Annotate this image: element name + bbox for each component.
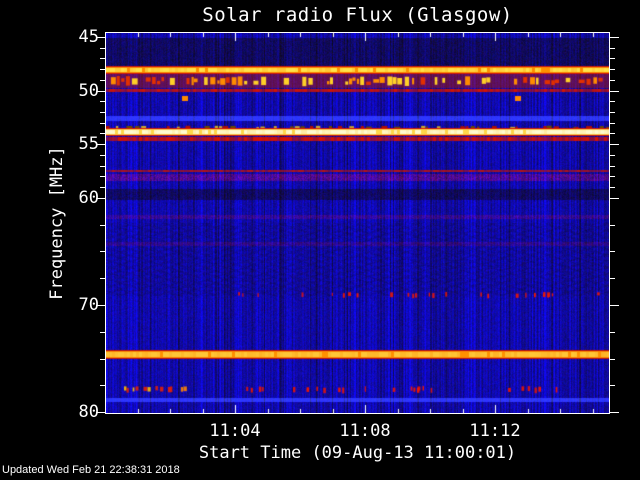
y-major-tick-right: [610, 91, 619, 92]
x-tick-label: 11:08: [339, 421, 391, 441]
y-minor-tick-right: [610, 58, 615, 59]
y-tick-label: 80: [78, 402, 99, 422]
y-tick-label: 55: [78, 134, 99, 154]
y-minor-tick-right: [610, 80, 615, 81]
y-minor-tick-right: [610, 251, 615, 252]
y-minor-tick-left: [100, 187, 105, 188]
y-minor-tick-right: [610, 112, 615, 113]
y-minor-tick-left: [100, 225, 105, 226]
y-minor-tick-left: [100, 80, 105, 81]
y-minor-tick-left: [100, 48, 105, 49]
y-minor-tick-right: [610, 385, 615, 386]
y-minor-tick-left: [100, 155, 105, 156]
y-tick-label: 50: [78, 81, 99, 101]
y-minor-tick-right: [610, 225, 615, 226]
x-axis-label: Start Time (09-Aug-13 11:00:01): [198, 443, 517, 463]
y-tick-label: 45: [78, 27, 99, 47]
y-minor-tick-right: [610, 166, 615, 167]
y-minor-tick-right: [610, 359, 615, 360]
y-minor-tick-right: [610, 278, 615, 279]
y-minor-tick-left: [100, 123, 105, 124]
updated-timestamp: Updated Wed Feb 21 22:38:31 2018: [2, 464, 180, 476]
plot-frame: [105, 32, 610, 414]
y-minor-tick-right: [610, 155, 615, 156]
solar-radio-spectrogram-figure: Solar radio Flux (Glasgow) Frequency [MH…: [0, 0, 640, 480]
y-major-tick-right: [610, 305, 619, 306]
y-tick-label: 60: [78, 188, 99, 208]
y-minor-tick-left: [100, 251, 105, 252]
y-minor-tick-left: [100, 385, 105, 386]
y-minor-tick-left: [100, 359, 105, 360]
y-minor-tick-right: [610, 133, 615, 134]
x-tick-label: 11:12: [469, 421, 521, 441]
y-major-tick-right: [610, 198, 619, 199]
y-minor-tick-left: [100, 58, 105, 59]
y-minor-tick-left: [100, 278, 105, 279]
y-minor-tick-right: [610, 332, 615, 333]
y-minor-tick-right: [610, 123, 615, 124]
y-minor-tick-right: [610, 176, 615, 177]
y-minor-tick-right: [610, 69, 615, 70]
y-minor-tick-right: [610, 101, 615, 102]
y-major-tick-right: [610, 37, 619, 38]
y-major-tick-right: [610, 144, 619, 145]
y-minor-tick-right: [610, 48, 615, 49]
y-minor-tick-left: [100, 69, 105, 70]
y-minor-tick-left: [100, 101, 105, 102]
y-axis-label: Frequency [MHz]: [47, 146, 67, 300]
y-minor-tick-right: [610, 187, 615, 188]
x-tick-label: 11:04: [209, 421, 261, 441]
spectrogram-canvas: [106, 33, 609, 413]
y-major-tick-right: [610, 412, 619, 413]
y-minor-tick-left: [100, 166, 105, 167]
y-minor-tick-left: [100, 133, 105, 134]
y-minor-tick-left: [100, 112, 105, 113]
y-minor-tick-left: [100, 176, 105, 177]
y-tick-label: 70: [78, 295, 99, 315]
chart-title: Solar radio Flux (Glasgow): [202, 4, 513, 26]
y-minor-tick-left: [100, 332, 105, 333]
